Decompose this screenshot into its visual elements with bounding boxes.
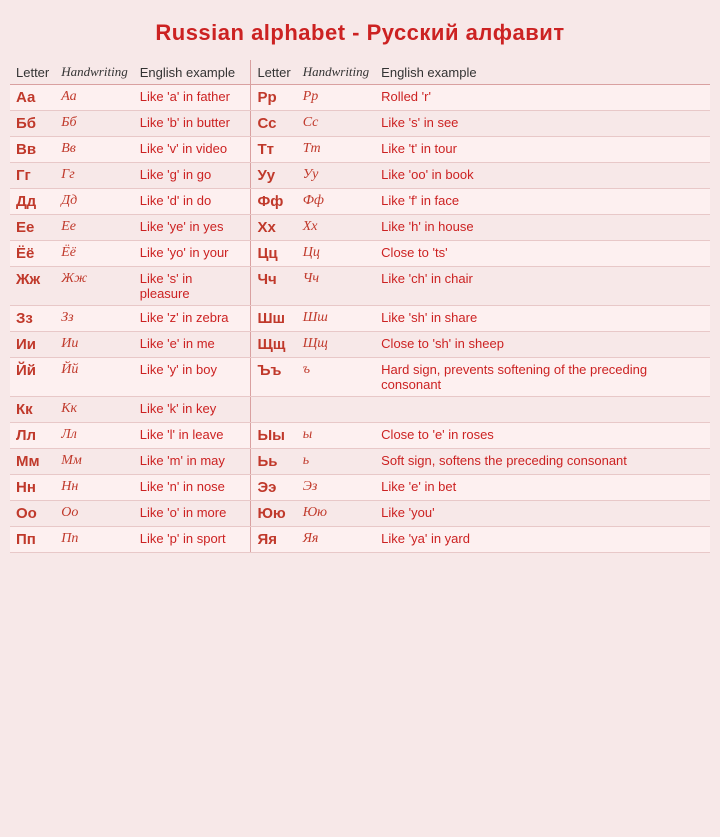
- table-row: ВвВвLike 'v' in videoТтТтLike 't' in tou…: [10, 137, 710, 163]
- table-row: ОоОоLike 'o' in moreЮюЮюLike 'you': [10, 501, 710, 527]
- alphabet-table: Letter Handwriting English example Lette…: [10, 60, 710, 553]
- page-title: Russian alphabet - Русский алфавит: [10, 20, 710, 46]
- table-row: ЗзЗзLike 'z' in zebraШшШшLike 'sh' in sh…: [10, 306, 710, 332]
- col-header-hw2: Handwriting: [297, 60, 375, 85]
- table-row: ГгГгLike 'g' in goУуУуLike 'oo' in book: [10, 163, 710, 189]
- table-row: КкКкLike 'k' in key: [10, 397, 710, 423]
- col-header-letter2: Letter: [251, 60, 297, 85]
- table-row: БбБбLike 'b' in butterСсСсLike 's' in se…: [10, 111, 710, 137]
- table-row: ЙйЙйLike 'y' in boyЪъъHard sign, prevent…: [10, 358, 710, 397]
- table-row: ПпПпLike 'p' in sportЯяЯяLike 'ya' in ya…: [10, 527, 710, 553]
- table-row: ИиИиLike 'e' in meЩщЩщClose to 'sh' in s…: [10, 332, 710, 358]
- table-row: ЖжЖжLike 's' in pleasureЧчЧчLike 'ch' in…: [10, 267, 710, 306]
- table-row: МмМмLike 'm' in mayЬььSoft sign, softens…: [10, 449, 710, 475]
- table-row: АаАаLike 'a' in fatherРрРрRolled 'r': [10, 85, 710, 111]
- col-header-example1: English example: [134, 60, 251, 85]
- col-header-hw1: Handwriting: [55, 60, 133, 85]
- table-row: ЕеЕеLike 'ye' in yesХхХхLike 'h' in hous…: [10, 215, 710, 241]
- col-header-example2: English example: [375, 60, 710, 85]
- table-row: ЁёЁёLike 'yo' in yourЦцЦцClose to 'ts': [10, 241, 710, 267]
- table-row: ДдДдLike 'd' in doФфФфLike 'f' in face: [10, 189, 710, 215]
- table-row: НнНнLike 'n' in noseЭэЭзLike 'e' in bet: [10, 475, 710, 501]
- table-row: ЛлЛлLike 'l' in leaveЫыыClose to 'e' in …: [10, 423, 710, 449]
- col-header-letter1: Letter: [10, 60, 55, 85]
